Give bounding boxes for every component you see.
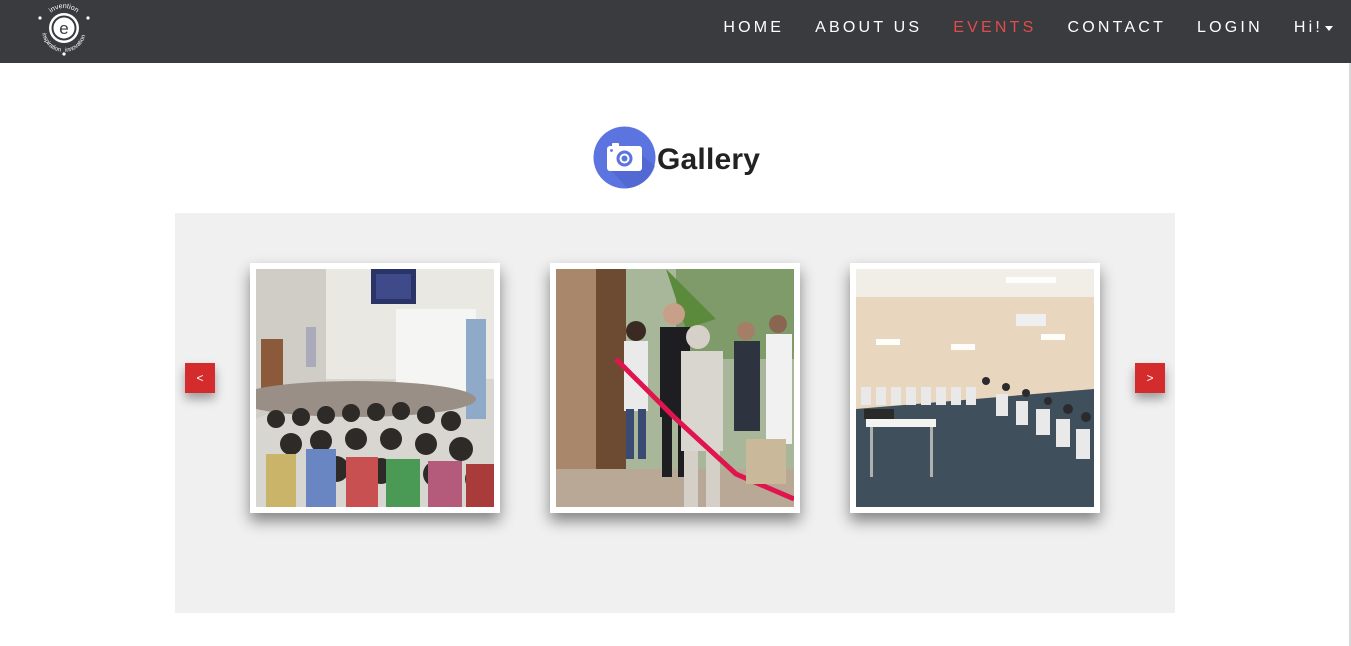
gallery-title: Gallery <box>657 143 761 176</box>
next-arrow-label: > <box>1146 371 1154 385</box>
nav-login[interactable]: LOGIN <box>1197 19 1263 37</box>
gallery-photo-seminar[interactable] <box>250 263 500 513</box>
nav-login-label[interactable]: LOGIN <box>1197 19 1263 37</box>
photo-ribbon-cutting-image <box>556 269 794 507</box>
nav-events-label[interactable]: EVENTS <box>953 19 1036 37</box>
brand-logo[interactable]: e invention innovation inspiration <box>30 0 98 62</box>
nav-events[interactable]: EVENTS <box>953 19 1036 37</box>
nav-contact-label[interactable]: CONTACT <box>1068 19 1167 37</box>
carousel-next-button[interactable]: > <box>1135 363 1165 393</box>
nav-home[interactable]: HOME <box>723 19 784 37</box>
gallery-heading: Gallery <box>593 126 761 194</box>
top-navbar: e invention innovation inspiration HOME … <box>0 0 1351 63</box>
nav-contact[interactable]: CONTACT <box>1068 19 1167 37</box>
gallery-carousel: < > <box>175 213 1175 613</box>
carousel-prev-button[interactable]: < <box>185 363 215 393</box>
nav-about-us[interactable]: ABOUT US <box>815 19 922 37</box>
photo-computer-lab-image <box>856 269 1094 507</box>
nav-user-label[interactable]: Hi! <box>1294 19 1323 37</box>
photo-seminar-image <box>256 269 494 507</box>
gallery-photo-ribbon-cutting[interactable] <box>550 263 800 513</box>
caret-down-icon <box>1325 25 1333 31</box>
nav-user-dropdown[interactable]: Hi! <box>1294 19 1333 37</box>
prev-arrow-label: < <box>196 371 204 385</box>
camera-icon <box>593 126 656 194</box>
main-nav: HOME ABOUT US EVENTS CONTACT LOGIN Hi! <box>692 0 1333 56</box>
svg-text:invention: invention <box>48 3 80 14</box>
nav-about-us-label[interactable]: ABOUT US <box>815 19 922 37</box>
nav-home-label[interactable]: HOME <box>723 19 784 37</box>
svg-text:e: e <box>59 19 68 38</box>
gallery-photo-computer-lab[interactable] <box>850 263 1100 513</box>
